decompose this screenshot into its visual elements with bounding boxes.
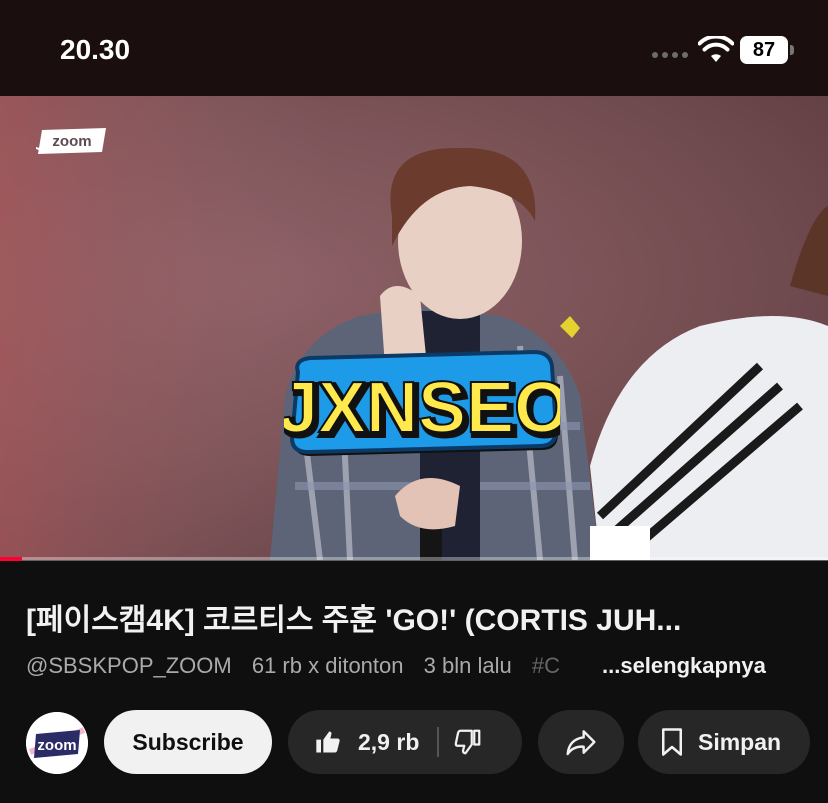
like-count: 2,9 rb [358,728,420,755]
show-more-link[interactable]: ...selengkapnya [588,653,766,679]
save-label: Simpan [698,728,782,755]
video-frame [0,96,828,560]
thumbs-up-icon [316,731,340,753]
sticker-text: JXNSEO [284,368,560,448]
channel-watermark-logo: zoom [36,128,106,154]
share-arrow-icon [566,730,596,756]
video-player[interactable]: zoom JXNSEO JXNSEO [0,96,828,560]
battery-indicator: 87 [740,36,788,64]
status-bar: 20.30 87 [0,0,828,96]
channel-avatar[interactable]: zoom [26,712,88,774]
hashtag-fragment: #C [531,653,560,678]
channel-handle[interactable]: @SBSKPOP_ZOOM [26,653,232,678]
like-dislike-group: 2,9 rb [288,710,522,774]
subscribe-button[interactable]: Subscribe [104,710,272,774]
name-sticker: JXNSEO JXNSEO [284,349,560,456]
view-count: 61 rb x ditonton [251,653,404,678]
share-button[interactable] [538,710,624,774]
video-metadata[interactable]: @SBSKPOP_ZOOM 61 rb x ditonton 3 bln lal… [26,653,606,679]
dislike-button[interactable] [453,727,483,757]
battery-nub [790,45,794,55]
video-info-panel: [페이스캠4K] 코르티스 주훈 'GO!' (CORTIS JUH... @S… [0,561,828,803]
watermark-text: zoom [52,133,91,150]
save-button[interactable]: Simpan [638,710,810,774]
like-button[interactable]: 2,9 rb [288,710,419,774]
signal-dots-icon [652,52,688,58]
bookmark-icon [662,728,682,756]
wifi-icon [698,36,734,62]
video-title[interactable]: [페이스캠4K] 코르티스 주훈 'GO!' (CORTIS JUH... [26,595,806,639]
upload-age: 3 bln lalu [423,653,512,678]
thumbs-down-icon [455,729,481,755]
zoom-logo-icon: zoom [26,712,88,774]
status-time: 20.30 [60,34,131,65]
avatar-text: zoom [37,737,76,754]
like-divider [437,727,440,757]
